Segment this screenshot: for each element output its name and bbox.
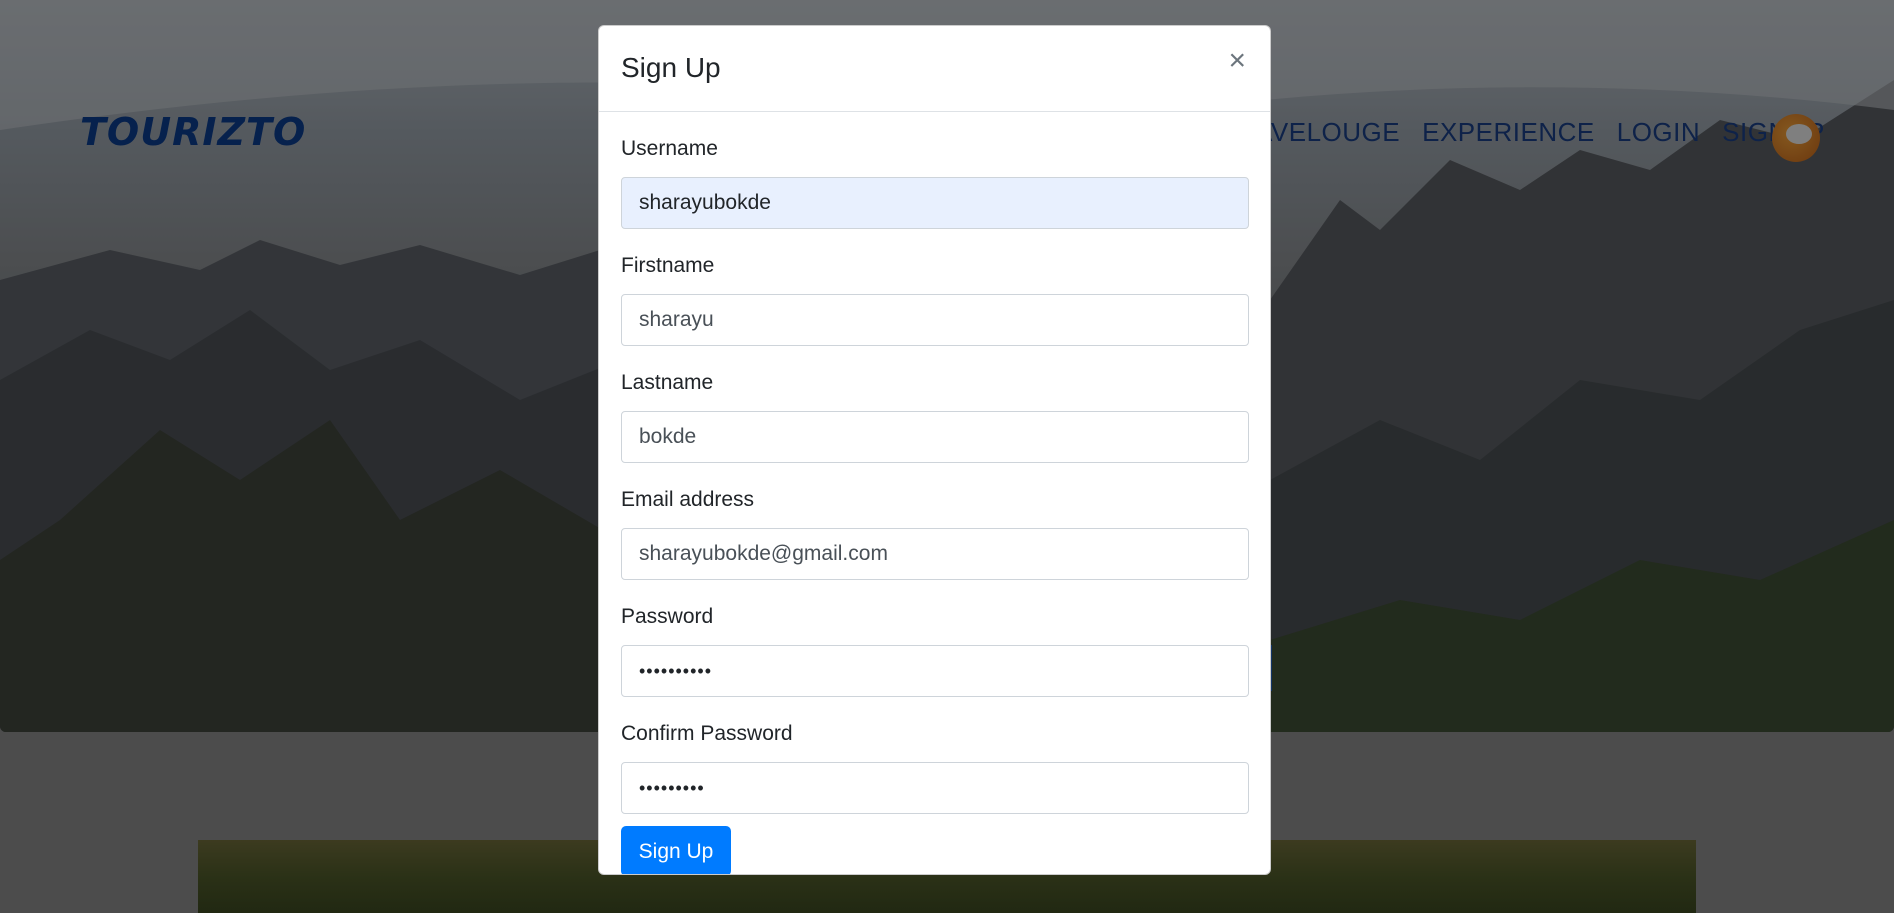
- password-input[interactable]: ••••••••••: [621, 645, 1249, 697]
- email-group: Email address sharayubokde@gmail.com: [621, 488, 1249, 580]
- confirm-password-input[interactable]: •••••••••: [621, 762, 1249, 814]
- firstname-group: Firstname sharayu: [621, 254, 1249, 346]
- username-group: Username sharayubokde: [621, 137, 1249, 229]
- lastname-label: Lastname: [621, 371, 714, 394]
- confirm-password-group: Confirm Password •••••••••: [621, 722, 1249, 814]
- username-label: Username: [621, 137, 718, 160]
- modal-body: Username sharayubokde Firstname sharayu …: [599, 137, 1270, 814]
- page: TOURIZTO AVELOUGE EXPERIENCE LOGIN SIGN U…: [0, 0, 1894, 913]
- modal-header: Sign Up ×: [599, 26, 1270, 112]
- lastname-input[interactable]: bokde: [621, 411, 1249, 463]
- signup-modal: Sign Up × Username sharayubokde Firstnam…: [598, 25, 1271, 875]
- username-input[interactable]: sharayubokde: [621, 177, 1249, 229]
- email-input[interactable]: sharayubokde@gmail.com: [621, 528, 1249, 580]
- password-group: Password ••••••••••: [621, 605, 1249, 697]
- confirm-password-label: Confirm Password: [621, 722, 793, 745]
- lastname-group: Lastname bokde: [621, 371, 1249, 463]
- password-label: Password: [621, 605, 714, 628]
- modal-title: Sign Up: [621, 52, 721, 83]
- firstname-label: Firstname: [621, 254, 715, 277]
- firstname-input[interactable]: sharayu: [621, 294, 1249, 346]
- close-icon[interactable]: ×: [1228, 46, 1246, 76]
- signup-submit-button[interactable]: Sign Up: [621, 826, 731, 874]
- email-label: Email address: [621, 488, 755, 511]
